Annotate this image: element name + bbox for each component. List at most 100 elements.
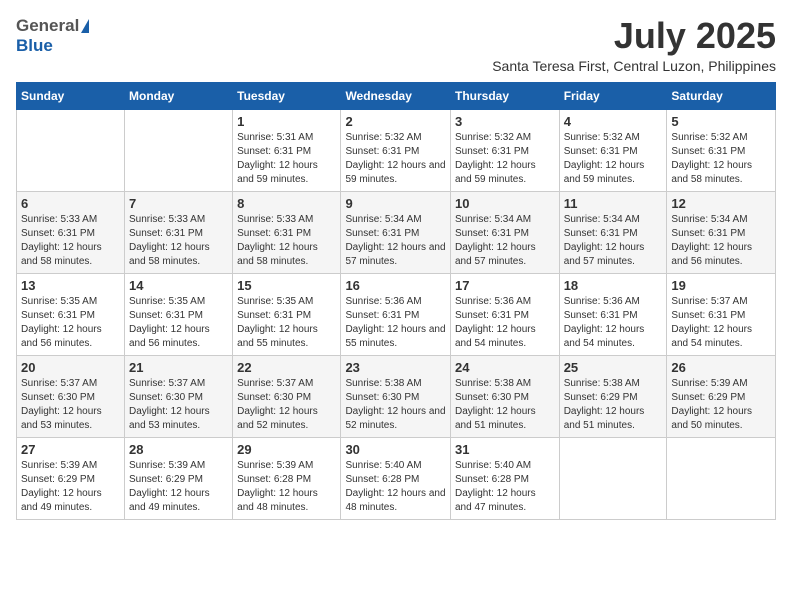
day-number: 13 [21, 278, 120, 293]
col-header-tuesday: Tuesday [233, 82, 341, 109]
day-cell: 17Sunrise: 5:36 AM Sunset: 6:31 PM Dayli… [450, 273, 559, 355]
day-info: Sunrise: 5:38 AM Sunset: 6:30 PM Dayligh… [455, 377, 555, 433]
day-cell: 10 Sunrise: 5:34 AM Sunset: 6:31 PM Dayli… [450, 191, 559, 273]
month-title: July 2025 [492, 16, 776, 56]
day-number: 16 [345, 278, 446, 293]
day-cell: 14 Sunrise: 5:35 AM Sunset: 6:31 PM Dayli… [125, 273, 233, 355]
header: General Blue July 2025 Santa Teresa Firs… [16, 16, 776, 74]
day-cell: 20Sunrise: 5:37 AM Sunset: 6:30 PM Dayli… [17, 355, 125, 437]
day-cell: 26 Sunrise: 5:39 AM Sunset: 6:29 PM Dayli… [667, 355, 776, 437]
day-cell: 18 Sunrise: 5:36 AM Sunset: 6:31 PM Dayli… [559, 273, 667, 355]
day-number: 8 [237, 196, 336, 211]
day-cell: 4 Sunrise: 5:32 AM Sunset: 6:31 PM Daylig… [559, 109, 667, 191]
col-header-monday: Monday [125, 82, 233, 109]
day-cell [17, 109, 125, 191]
day-info: Sunrise: 5:36 AM Sunset: 6:31 PM Dayligh… [455, 295, 555, 351]
day-number: 24 [455, 360, 555, 375]
day-info: Sunrise: 5:36 AM Sunset: 6:31 PM Dayligh… [564, 295, 663, 351]
col-header-thursday: Thursday [450, 82, 559, 109]
title-area: July 2025 Santa Teresa First, Central Lu… [492, 16, 776, 74]
day-info: Sunrise: 5:34 AM Sunset: 6:31 PM Dayligh… [564, 213, 663, 269]
day-info: Sunrise: 5:39 AM Sunset: 6:29 PM Dayligh… [21, 459, 120, 515]
week-row-3: 13 Sunrise: 5:35 AM Sunset: 6:31 PM Dayli… [17, 273, 776, 355]
day-info: Sunrise: 5:36 AM Sunset: 6:31 PM Dayligh… [345, 295, 446, 351]
logo: General Blue [16, 16, 89, 56]
day-number: 10 [455, 196, 555, 211]
day-cell: 24 Sunrise: 5:38 AM Sunset: 6:30 PM Dayli… [450, 355, 559, 437]
day-number: 14 [129, 278, 228, 293]
day-number: 15 [237, 278, 336, 293]
day-info: Sunrise: 5:32 AM Sunset: 6:31 PM Dayligh… [455, 131, 555, 187]
day-info: Sunrise: 5:34 AM Sunset: 6:31 PM Dayligh… [455, 213, 555, 269]
day-cell: 31 Sunrise: 5:40 AM Sunset: 6:28 PM Dayli… [450, 437, 559, 519]
day-cell [125, 109, 233, 191]
day-info: Sunrise: 5:35 AM Sunset: 6:31 PM Dayligh… [237, 295, 336, 351]
week-row-4: 20 Sunrise: 5:37 AM Sunset: 6:30 PM Dayli… [17, 355, 776, 437]
day-info: Sunrise: 5:39 AM Sunset: 6:28 PM Dayligh… [237, 459, 336, 515]
day-number: 25 [564, 360, 663, 375]
logo-triangle-icon [81, 19, 89, 33]
day-cell: 23 Sunrise: 5:38 AM Sunset: 6:30 PM Dayli… [341, 355, 451, 437]
day-cell: 29 Sunrise: 5:39 AM Sunset: 6:28 PM Dayli… [233, 437, 341, 519]
day-info: Sunrise: 5:35 AM Sunset: 6:31 PM Dayligh… [129, 295, 228, 351]
day-cell: 22Sunrise: 5:37 AM Sunset: 6:30 PM Dayli… [233, 355, 341, 437]
day-info: Sunrise: 5:40 AM Sunset: 6:28 PM Dayligh… [455, 459, 555, 515]
day-cell: 19 Sunrise: 5:37 AM Sunset: 6:31 PM Dayli… [667, 273, 776, 355]
day-number: 21 [129, 360, 228, 375]
day-info: Sunrise: 5:40 AM Sunset: 6:28 PM Dayligh… [345, 459, 446, 515]
col-header-friday: Friday [559, 82, 667, 109]
day-info: Sunrise: 5:33 AM Sunset: 6:31 PM Dayligh… [237, 213, 336, 269]
day-cell: 13 Sunrise: 5:35 AM Sunset: 6:31 PM Dayli… [17, 273, 125, 355]
col-header-saturday: Saturday [667, 82, 776, 109]
day-number: 20 [21, 360, 120, 375]
day-number: 31 [455, 442, 555, 457]
day-number: 26 [671, 360, 771, 375]
day-cell [667, 437, 776, 519]
day-cell: 16 Sunrise: 5:36 AM Sunset: 6:31 PM Dayli… [341, 273, 451, 355]
day-number: 23 [345, 360, 446, 375]
day-cell: 12Sunrise: 5:34 AM Sunset: 6:31 PM Dayli… [667, 191, 776, 273]
day-cell: 27Sunrise: 5:39 AM Sunset: 6:29 PM Dayli… [17, 437, 125, 519]
day-number: 4 [564, 114, 663, 129]
day-number: 18 [564, 278, 663, 293]
day-cell: 30 Sunrise: 5:40 AM Sunset: 6:28 PM Dayli… [341, 437, 451, 519]
day-number: 9 [345, 196, 446, 211]
day-cell [559, 437, 667, 519]
location-title: Santa Teresa First, Central Luzon, Phili… [492, 58, 776, 74]
day-cell: 5 Sunrise: 5:32 AM Sunset: 6:31 PM Daylig… [667, 109, 776, 191]
day-info: Sunrise: 5:39 AM Sunset: 6:29 PM Dayligh… [671, 377, 771, 433]
day-info: Sunrise: 5:32 AM Sunset: 6:31 PM Dayligh… [564, 131, 663, 187]
day-number: 5 [671, 114, 771, 129]
day-cell: 21Sunrise: 5:37 AM Sunset: 6:30 PM Dayli… [125, 355, 233, 437]
day-number: 6 [21, 196, 120, 211]
day-info: Sunrise: 5:38 AM Sunset: 6:30 PM Dayligh… [345, 377, 446, 433]
logo-general: General [16, 16, 79, 36]
calendar-table: SundayMondayTuesdayWednesdayThursdayFrid… [16, 82, 776, 520]
day-cell: 1 Sunrise: 5:31 AM Sunset: 6:31 PM Daylig… [233, 109, 341, 191]
day-number: 19 [671, 278, 771, 293]
day-cell: 11 Sunrise: 5:34 AM Sunset: 6:31 PM Dayli… [559, 191, 667, 273]
day-number: 7 [129, 196, 228, 211]
day-info: Sunrise: 5:33 AM Sunset: 6:31 PM Dayligh… [21, 213, 120, 269]
day-number: 11 [564, 196, 663, 211]
week-row-5: 27Sunrise: 5:39 AM Sunset: 6:29 PM Dayli… [17, 437, 776, 519]
day-number: 3 [455, 114, 555, 129]
day-cell: 28Sunrise: 5:39 AM Sunset: 6:29 PM Dayli… [125, 437, 233, 519]
week-row-2: 6 Sunrise: 5:33 AM Sunset: 6:31 PM Daylig… [17, 191, 776, 273]
day-cell: 25Sunrise: 5:38 AM Sunset: 6:29 PM Dayli… [559, 355, 667, 437]
day-info: Sunrise: 5:32 AM Sunset: 6:31 PM Dayligh… [671, 131, 771, 187]
day-number: 1 [237, 114, 336, 129]
day-info: Sunrise: 5:37 AM Sunset: 6:30 PM Dayligh… [237, 377, 336, 433]
day-number: 30 [345, 442, 446, 457]
day-info: Sunrise: 5:33 AM Sunset: 6:31 PM Dayligh… [129, 213, 228, 269]
day-number: 2 [345, 114, 446, 129]
day-cell: 7 Sunrise: 5:33 AM Sunset: 6:31 PM Daylig… [125, 191, 233, 273]
week-row-1: 1 Sunrise: 5:31 AM Sunset: 6:31 PM Daylig… [17, 109, 776, 191]
day-number: 28 [129, 442, 228, 457]
day-info: Sunrise: 5:31 AM Sunset: 6:31 PM Dayligh… [237, 131, 336, 187]
day-cell: 9Sunrise: 5:34 AM Sunset: 6:31 PM Daylig… [341, 191, 451, 273]
day-info: Sunrise: 5:37 AM Sunset: 6:31 PM Dayligh… [671, 295, 771, 351]
day-number: 29 [237, 442, 336, 457]
day-cell: 3 Sunrise: 5:32 AM Sunset: 6:31 PM Daylig… [450, 109, 559, 191]
day-info: Sunrise: 5:35 AM Sunset: 6:31 PM Dayligh… [21, 295, 120, 351]
